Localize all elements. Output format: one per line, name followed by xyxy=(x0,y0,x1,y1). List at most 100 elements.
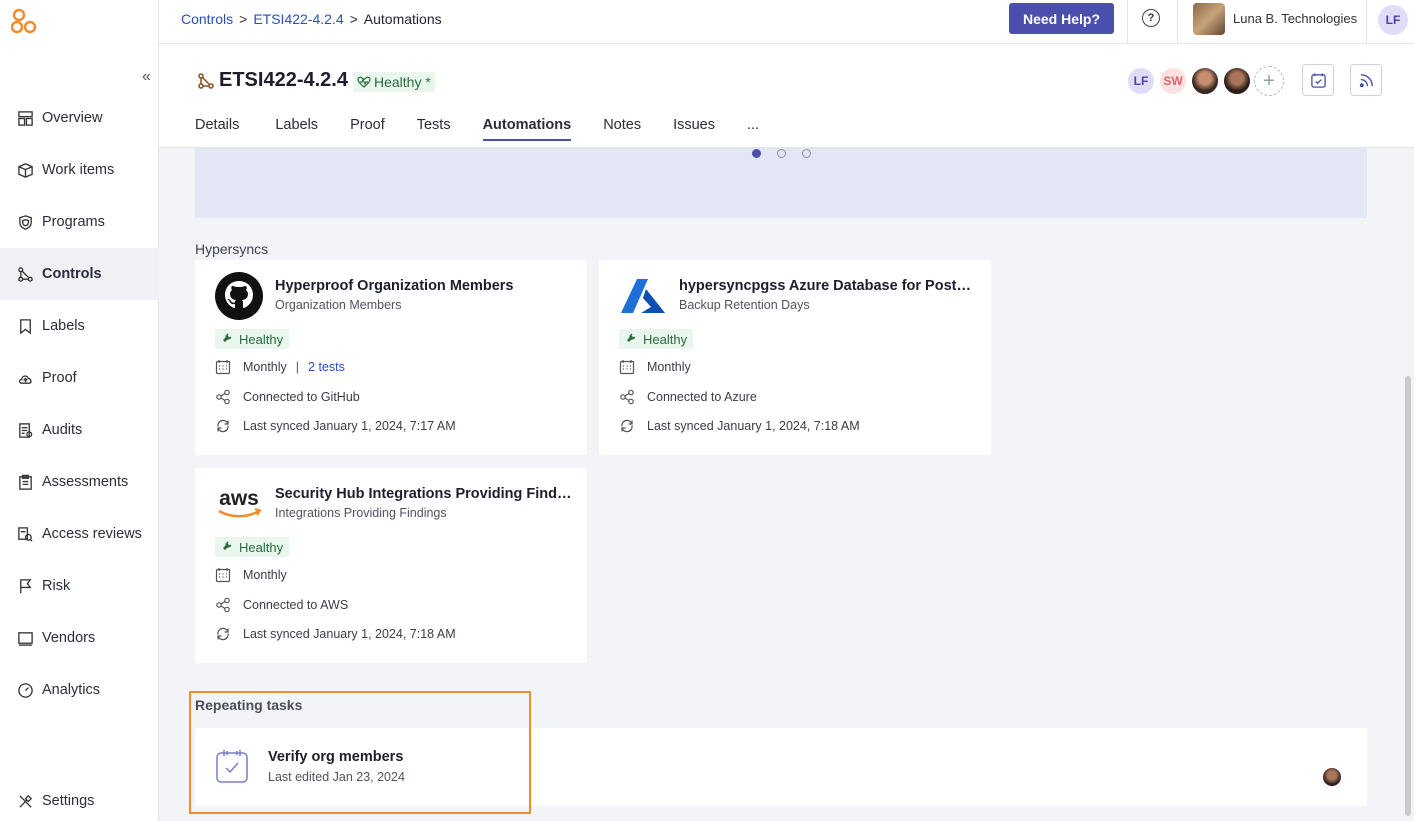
sidebar-item-labels[interactable]: Labels xyxy=(0,300,159,352)
hypersync-name[interactable]: Hyperproof Organization Members xyxy=(275,278,575,294)
tab-automations[interactable]: Automations xyxy=(482,117,572,141)
calendar-icon xyxy=(619,360,635,375)
sidebar-item-programs[interactable]: Programs xyxy=(0,196,159,248)
main-content: Hypersyncs Hyperproof Organization Membe… xyxy=(159,148,1414,821)
hypersync-card[interactable]: aws Security Hub Integrations Providing … xyxy=(195,468,587,663)
tab-more[interactable]: ... xyxy=(747,117,759,141)
sidebar-item-label: Analytics xyxy=(42,682,101,698)
sidebar-item-access-reviews[interactable]: Access reviews xyxy=(0,508,159,560)
collaborator-avatar[interactable] xyxy=(1222,66,1252,96)
sidebar-item-label: Assessments xyxy=(42,474,129,490)
vendor-icon xyxy=(16,629,34,647)
connection-row: Connected to AWS xyxy=(215,597,348,613)
collaborator-avatar[interactable]: LF xyxy=(1126,66,1156,96)
divider xyxy=(1127,0,1128,44)
org-avatar[interactable] xyxy=(1193,3,1225,35)
aws-logo-icon: aws xyxy=(215,480,263,528)
hypersync-card[interactable]: Hyperproof Organization Members Organiza… xyxy=(195,260,587,455)
tab-details[interactable]: Details xyxy=(195,117,239,141)
azure-logo-icon xyxy=(619,272,667,320)
status-label: Healthy xyxy=(239,539,284,555)
hypersync-card[interactable]: hypersyncpgss Azure Database for Postgre… xyxy=(599,260,991,455)
sidebar-item-proof[interactable]: Proof xyxy=(0,352,159,404)
sidebar-item-analytics[interactable]: Analytics xyxy=(0,664,159,716)
breadcrumb-separator: > xyxy=(239,11,248,27)
repeating-task-row[interactable]: Verify org members Last edited Jan 23, 2… xyxy=(195,728,1367,806)
divider xyxy=(1177,0,1178,44)
sidebar-item-assessments[interactable]: Assessments xyxy=(0,456,159,508)
task-name[interactable]: Verify org members xyxy=(268,749,403,765)
tab-tests[interactable]: Tests xyxy=(417,117,451,141)
github-logo-icon xyxy=(215,272,263,320)
org-name[interactable]: Luna B. Technologies xyxy=(1233,11,1357,26)
assignee-avatar[interactable] xyxy=(1323,768,1341,786)
tab-labels[interactable]: Labels xyxy=(275,117,318,141)
scrollbar[interactable] xyxy=(1402,148,1414,821)
access-icon xyxy=(16,525,34,543)
sync-icon xyxy=(217,419,229,433)
task-calendar-button[interactable] xyxy=(1302,64,1334,96)
calendar-icon xyxy=(215,568,231,583)
user-avatar[interactable]: LF xyxy=(1378,5,1408,35)
frequency-label: Monthly xyxy=(243,360,287,374)
connection-row: Connected to GitHub xyxy=(215,389,360,405)
breadcrumb-controls[interactable]: Controls xyxy=(181,11,233,27)
collapse-sidebar-button[interactable]: « xyxy=(142,68,151,86)
collaborator-avatar[interactable]: SW xyxy=(1158,66,1188,96)
hypersync-subtitle: Backup Retention Days xyxy=(679,298,810,312)
add-collaborator-button[interactable]: + xyxy=(1254,66,1284,96)
feed-button[interactable] xyxy=(1350,64,1382,96)
heartbeat-icon xyxy=(357,76,371,88)
sidebar-item-work-items[interactable]: Work items xyxy=(0,144,159,196)
sidebar-item-risk[interactable]: Risk xyxy=(0,560,159,612)
health-badge[interactable]: Healthy * xyxy=(353,72,435,92)
sync-row: Last synced January 1, 2024, 7:18 AM xyxy=(215,626,456,642)
carousel-dot[interactable] xyxy=(802,149,811,158)
page-title: ETSI422-4.2.4 xyxy=(219,69,348,91)
tab-notes[interactable]: Notes xyxy=(603,117,641,141)
controls-icon xyxy=(16,265,34,283)
need-help-button[interactable]: Need Help? xyxy=(1009,3,1114,34)
hypersync-name[interactable]: hypersyncpgss Azure Database for Postgre… xyxy=(679,278,979,294)
control-header: ETSI422-4.2.4 Healthy * LF SW + Details … xyxy=(159,44,1414,148)
connection-row: Connected to Azure xyxy=(619,389,757,405)
bookmark-icon xyxy=(16,317,34,335)
breadcrumb-current: Automations xyxy=(363,11,442,27)
plug-icon xyxy=(221,333,232,344)
breadcrumb-control-id[interactable]: ETSI422-4.2.4 xyxy=(253,11,343,27)
sidebar: « Overview Work items Programs Controls … xyxy=(0,0,159,821)
plug-icon xyxy=(625,333,636,344)
hypersync-name[interactable]: Security Hub Integrations Providing Find… xyxy=(275,486,575,502)
hypersync-subtitle: Organization Members xyxy=(275,298,402,312)
carousel-dot[interactable] xyxy=(752,149,761,158)
tab-proof[interactable]: Proof xyxy=(350,117,385,141)
tests-link[interactable]: 2 tests xyxy=(308,360,345,374)
sidebar-item-audits[interactable]: Audits xyxy=(0,404,159,456)
help-icon[interactable]: ? xyxy=(1142,9,1160,27)
sync-icon xyxy=(217,627,229,641)
sidebar-item-settings[interactable]: Settings xyxy=(0,775,159,821)
divider xyxy=(1366,0,1367,44)
status-badge: Healthy xyxy=(619,329,694,349)
sidebar-item-label: Risk xyxy=(42,578,71,594)
topbar: Controls > ETSI422-4.2.4 > Automations N… xyxy=(159,0,1414,44)
plug-icon xyxy=(221,541,232,552)
rss-icon xyxy=(1359,73,1373,87)
scrollbar-thumb[interactable] xyxy=(1405,376,1411,816)
tools-icon xyxy=(16,792,34,810)
sidebar-item-label: Controls xyxy=(42,266,102,282)
sidebar-item-vendors[interactable]: Vendors xyxy=(0,612,159,664)
clipboard-icon xyxy=(16,473,34,491)
tab-issues[interactable]: Issues xyxy=(673,117,715,141)
sidebar-item-label: Overview xyxy=(42,110,103,126)
hyperproof-logo-icon[interactable] xyxy=(11,8,37,34)
status-badge: Healthy xyxy=(215,329,290,349)
collaborator-avatar[interactable] xyxy=(1190,66,1220,96)
sidebar-item-overview[interactable]: Overview xyxy=(0,92,159,144)
hypersync-subtitle: Integrations Providing Findings xyxy=(275,506,447,520)
sidebar-item-controls[interactable]: Controls xyxy=(0,248,159,300)
sidebar-item-label: Access reviews xyxy=(42,526,142,542)
health-label: Healthy * xyxy=(374,74,431,90)
sidebar-item-label: Proof xyxy=(42,370,77,386)
carousel-dot[interactable] xyxy=(777,149,786,158)
